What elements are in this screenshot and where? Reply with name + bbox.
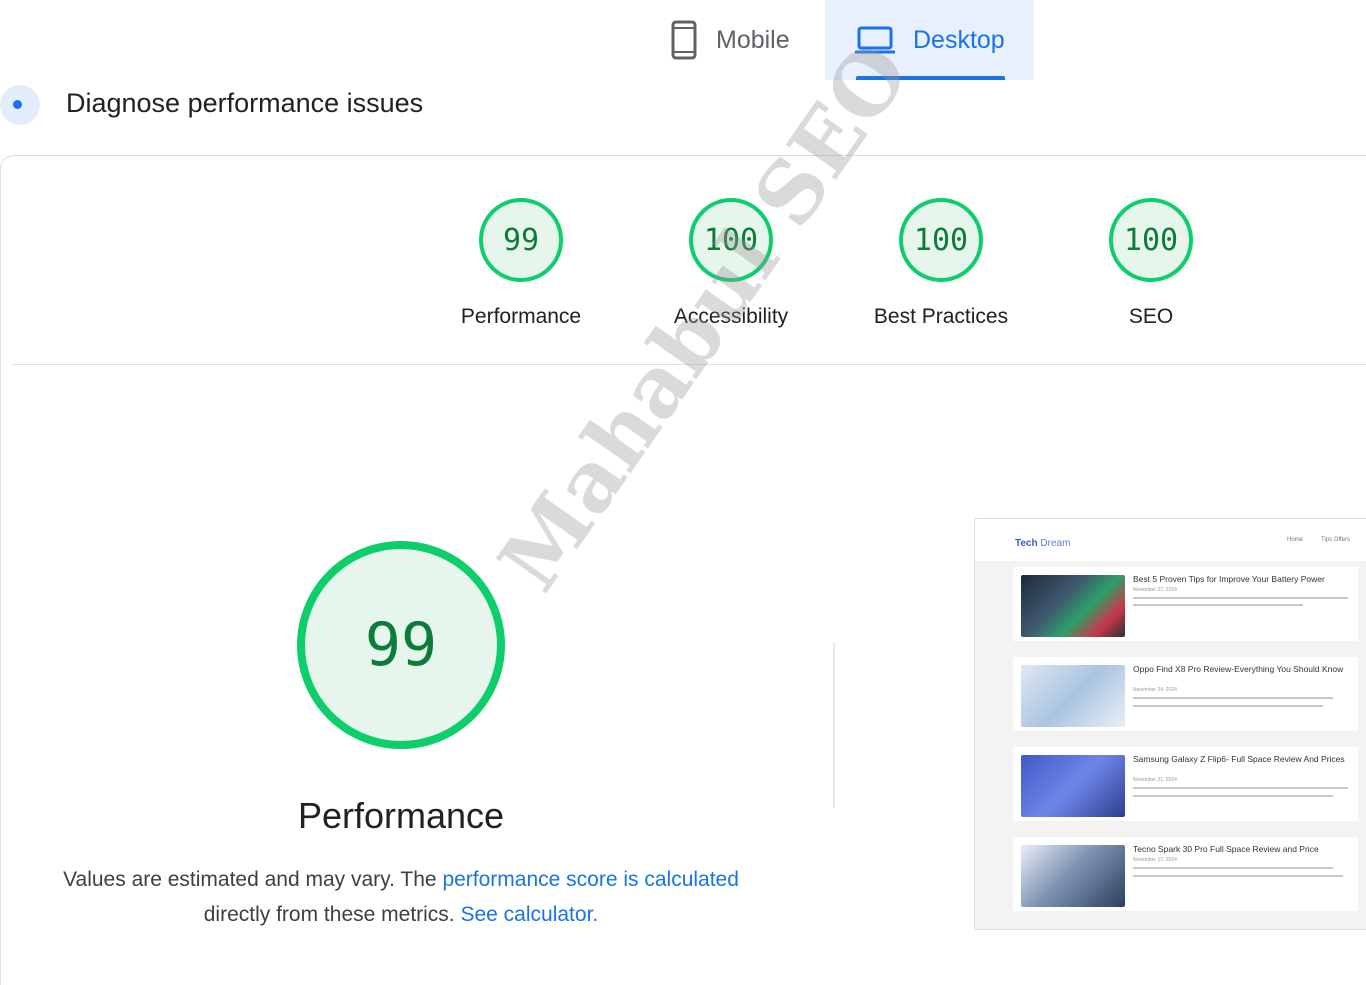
score-value: 100 xyxy=(703,222,759,258)
score-label: SEO xyxy=(1128,305,1174,328)
score-ring: 100 xyxy=(1109,198,1193,282)
post-date: November 21, 2024 xyxy=(1133,777,1177,783)
text-line xyxy=(1133,697,1333,699)
post-title: Oppo Find X8 Pro Review-Everything You S… xyxy=(1133,664,1344,674)
performance-score: 99 xyxy=(364,610,438,680)
brand-suffix: Dream xyxy=(1037,538,1071,549)
post-date: November 17, 2024 xyxy=(1133,857,1177,863)
post-date: November 24, 2024 xyxy=(1133,687,1177,693)
list-item: Samsung Galaxy Z Flip6- Full Space Revie… xyxy=(1013,747,1358,821)
gauge-performance[interactable]: 99 Performance xyxy=(441,198,601,329)
score-label: Performance xyxy=(460,305,582,328)
post-image xyxy=(1021,665,1125,727)
gauge-seo[interactable]: 100 SEO xyxy=(1071,198,1231,329)
see-calculator-link[interactable]: See calculator. xyxy=(460,903,598,926)
performance-title: Performance xyxy=(297,795,505,836)
performance-description: Values are estimated and may vary. The p… xyxy=(40,862,762,932)
list-item: Tecno Spark 30 Pro Full Space Review and… xyxy=(1013,837,1358,911)
post-image xyxy=(1021,845,1125,907)
section-title: Diagnose performance issues xyxy=(66,88,424,118)
score-ring: 100 xyxy=(899,198,983,282)
score-value: 100 xyxy=(1123,222,1179,258)
post-title: Best 5 Proven Tips for Improve Your Batt… xyxy=(1133,574,1325,584)
post-date: November 27, 2024 xyxy=(1133,587,1177,593)
tab-mobile[interactable]: Mobile xyxy=(648,0,825,80)
score-label: Accessibility xyxy=(673,305,789,328)
post-image xyxy=(1021,755,1125,817)
text-line xyxy=(1133,597,1348,599)
tab-mobile-label: Mobile xyxy=(716,25,790,54)
score-value: 99 xyxy=(502,222,540,258)
final-screenshot[interactable]: Tech Dream Home Tips Offers Best 5 Prove… xyxy=(974,518,1366,930)
score-ring: 99 xyxy=(479,198,563,282)
text-line xyxy=(1133,795,1333,797)
post-title: Tecno Spark 30 Pro Full Space Review and… xyxy=(1133,844,1319,854)
score-label: Best Practices xyxy=(873,305,1009,328)
score-calculated-link[interactable]: performance score is calculated xyxy=(442,868,738,891)
score-ring: 100 xyxy=(689,198,773,282)
text-line xyxy=(1133,875,1343,877)
performance-gauge-large: 99 xyxy=(297,541,505,749)
desc-text: directly from these metrics. xyxy=(203,903,461,926)
post-title: Samsung Galaxy Z Flip6- Full Space Revie… xyxy=(1133,754,1345,764)
text-line xyxy=(1133,867,1333,869)
brand-name: Tech xyxy=(1015,538,1038,549)
text-line xyxy=(1133,604,1303,606)
desc-text: Values are estimated and may vary. The xyxy=(63,868,443,891)
tab-desktop-label: Desktop xyxy=(913,25,1005,54)
thumb-brand: Tech Dream xyxy=(1015,538,1070,549)
tab-desktop[interactable]: Desktop xyxy=(825,0,1034,80)
gauge-best-practices[interactable]: 100 Best Practices xyxy=(861,198,1021,329)
post-image xyxy=(1021,575,1125,637)
list-item: Oppo Find X8 Pro Review-Everything You S… xyxy=(1013,657,1358,731)
active-tab-indicator xyxy=(856,76,1005,80)
thumb-nav-item: Tips Offers xyxy=(1321,537,1351,543)
list-item: Best 5 Proven Tips for Improve Your Batt… xyxy=(1013,567,1358,641)
thumb-navbar: Tech Dream Home Tips Offers xyxy=(975,519,1366,561)
text-line xyxy=(1133,787,1348,789)
thumb-nav-item: Home xyxy=(1287,537,1304,543)
laptop-icon xyxy=(855,25,895,55)
vertical-divider xyxy=(833,642,835,808)
divider xyxy=(12,364,1366,365)
gauge-accessibility[interactable]: 100 Accessibility xyxy=(651,198,811,329)
text-line xyxy=(1133,705,1323,707)
score-value: 100 xyxy=(913,222,969,258)
smartphone-icon xyxy=(670,20,698,60)
diagnose-icon xyxy=(0,85,40,125)
device-tabs: Mobile Desktop xyxy=(648,0,1034,80)
